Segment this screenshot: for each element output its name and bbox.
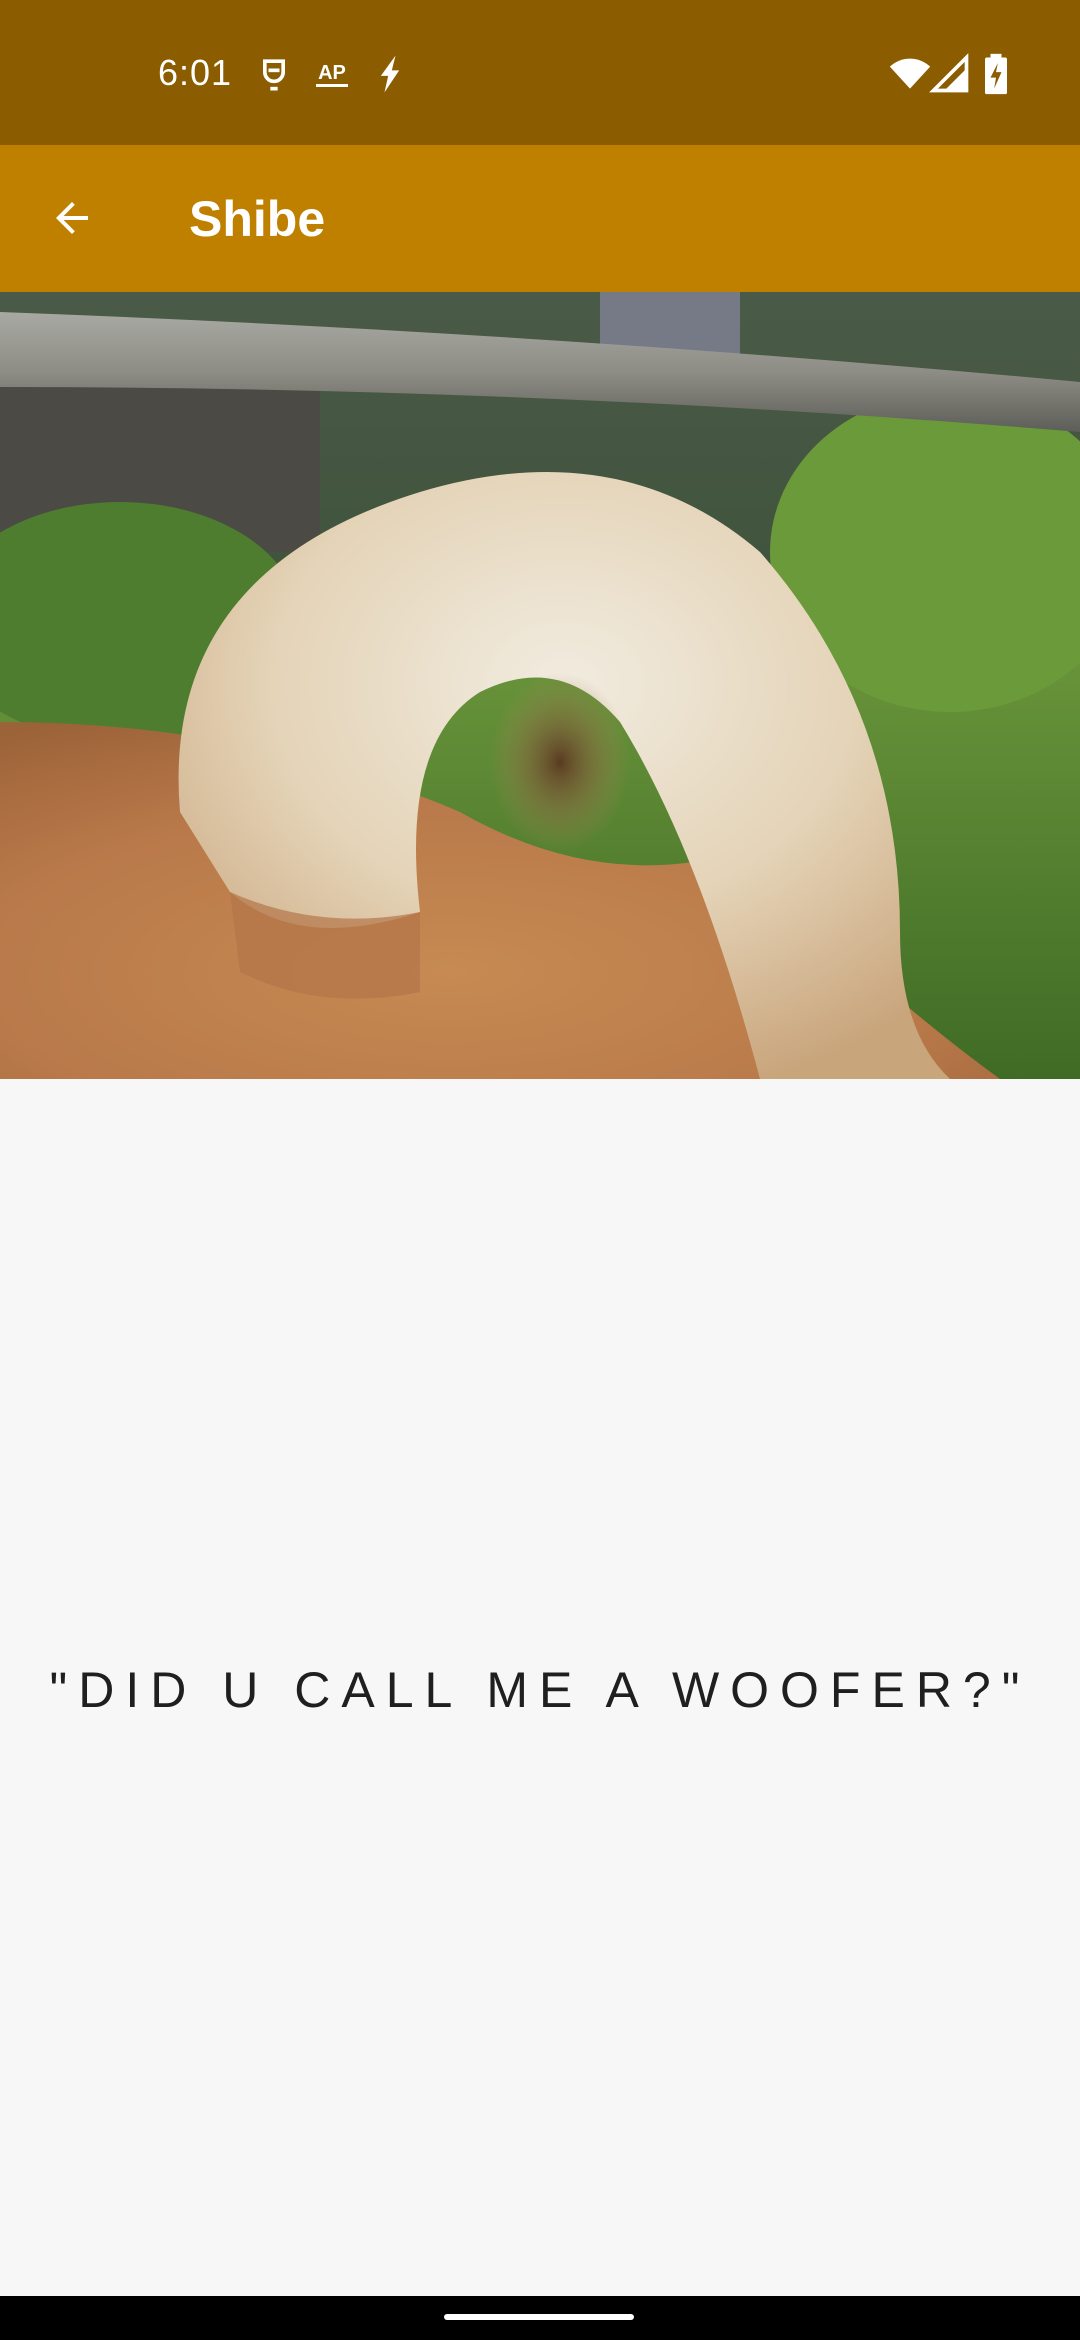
flash-icon: [368, 52, 412, 96]
status-time: 6:01: [158, 52, 233, 93]
ap-news-icon: AP: [310, 52, 354, 96]
status-bar: 6:01 AP: [0, 0, 1080, 145]
app-bar: Shibe: [0, 145, 1080, 292]
shibe-photo: [0, 292, 1080, 1079]
wifi-icon: [888, 52, 932, 96]
page-title: Shibe: [189, 191, 326, 247]
cellular-signal-icon: [928, 52, 972, 96]
navigation-bar: [0, 2296, 1080, 2340]
arrow-back-icon: [56, 202, 88, 234]
screen: 6:01 AP Shibe "DID U CALL ME A WOOFER?": [0, 0, 1080, 2340]
gesture-handle[interactable]: [444, 2314, 634, 2320]
app-notification-icon: [252, 52, 296, 96]
shibe-quote: "DID U CALL ME A WOOFER?": [49, 1662, 1031, 1718]
ap-label: AP: [316, 62, 348, 87]
battery-charging-icon: [974, 52, 1018, 96]
back-button[interactable]: [36, 182, 108, 254]
